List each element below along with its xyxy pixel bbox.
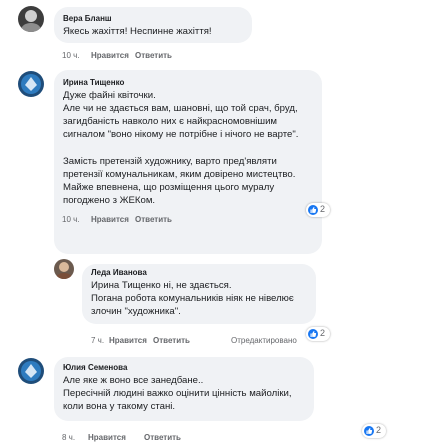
comment-text-line: Але яке ж воно все занедбане.. — [63, 375, 204, 386]
comment-text-line: коли вона у такому стані. — [63, 401, 176, 412]
comment-text-line: погоджено з ЖЕКом. — [63, 195, 156, 206]
like-reaction-icon — [308, 329, 318, 339]
edited-label[interactable]: Отредактировано — [231, 336, 297, 345]
reaction-count-value: 2 — [376, 425, 382, 435]
user-photo-icon — [21, 10, 41, 32]
comment-text-line: Майже впевнена, що розміщення цього мура… — [63, 182, 275, 193]
comment-author[interactable]: Леда Иванова — [91, 268, 147, 277]
comment-text-line: Але чи не здається вам, шановні, що той … — [63, 103, 298, 114]
user-photo-icon — [21, 361, 41, 381]
like-button[interactable]: Нравится — [91, 51, 129, 60]
comment-author[interactable]: Вера Бланш — [63, 14, 112, 23]
comment-text-line: Погана робота комунальників ніяк не ніве… — [91, 293, 294, 304]
comment-time[interactable]: 7 ч. — [91, 336, 104, 345]
like-button[interactable]: Нравится — [109, 336, 147, 345]
comment-author[interactable]: Ирина Тищенко — [63, 78, 124, 87]
like-reaction-icon — [308, 205, 318, 215]
comment-text-line: злочин "художника". — [91, 306, 181, 317]
comment-text-line: сигналом "воно нікому не потрібне і нічо… — [63, 129, 299, 140]
avatar[interactable] — [18, 6, 44, 32]
like-button[interactable]: Нравится — [91, 215, 129, 224]
comment-time[interactable]: 10 ч. — [62, 215, 80, 224]
comment-text-line: претензії комунальникам, яким довірено м… — [63, 169, 296, 180]
comment-time[interactable]: 10 ч. — [62, 51, 80, 60]
like-button[interactable]: Нравится — [88, 433, 126, 442]
avatar[interactable] — [18, 358, 44, 384]
avatar[interactable] — [18, 71, 44, 97]
user-photo-icon — [56, 262, 72, 279]
reaction-count[interactable]: 2 — [306, 327, 330, 341]
reply-button[interactable]: Ответить — [135, 51, 172, 60]
comment-text-line: Ирина Тищенко ні, не здається. — [91, 280, 232, 291]
comment-text-line: Пересічній людині важко оцінити цінність… — [63, 388, 292, 399]
reply-button[interactable]: Ответить — [153, 336, 190, 345]
like-reaction-icon — [364, 426, 374, 436]
reaction-count-value: 2 — [320, 204, 326, 214]
user-photo-icon — [21, 74, 41, 94]
avatar[interactable] — [54, 259, 74, 279]
comment-text-line: Замість претензій художнику, варто пред'… — [63, 156, 277, 167]
reply-button[interactable]: Ответить — [135, 215, 172, 224]
comment-author[interactable]: Юлия Семенова — [63, 363, 127, 372]
reaction-count-value: 2 — [320, 328, 326, 338]
comment-text-line: Дуже файні квіточки. — [63, 90, 156, 101]
reply-button[interactable]: Ответить — [144, 433, 181, 442]
reaction-count[interactable]: 2 — [306, 203, 330, 217]
comment-time[interactable]: 8 ч. — [62, 433, 75, 442]
reaction-count[interactable]: 2 — [362, 424, 386, 438]
comment-text-line: загидбаність навколо них є найкрасномовн… — [63, 116, 278, 127]
comment-text: Якесь жахіття! Неспинне жахіття! — [63, 26, 212, 37]
